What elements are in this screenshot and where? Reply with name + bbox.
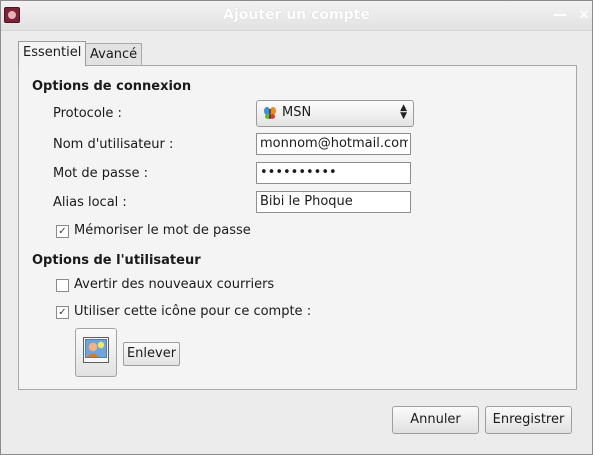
- chevron-updown-icon: ▲ ▼: [400, 103, 407, 121]
- msn-butterfly-icon: [264, 107, 276, 119]
- use-icon-checkbox[interactable]: ✓: [56, 306, 69, 319]
- remember-password-checkbox[interactable]: ✓: [56, 225, 69, 238]
- username-input[interactable]: [256, 133, 411, 155]
- close-button[interactable]: ×: [576, 7, 592, 23]
- title-bar[interactable]: Ajouter un compte — ×: [1, 1, 592, 31]
- remove-icon-button[interactable]: Enlever: [123, 342, 180, 366]
- save-button[interactable]: Enregistrer: [485, 406, 572, 434]
- alias-input[interactable]: [256, 191, 411, 213]
- use-icon-label[interactable]: Utiliser cette icône pour ce compte :: [74, 304, 311, 319]
- window-title: Ajouter un compte: [223, 7, 370, 23]
- notify-mail-checkbox[interactable]: [56, 279, 69, 292]
- minimize-button[interactable]: —: [552, 7, 568, 23]
- remember-password-label[interactable]: Mémoriser le mot de passe: [74, 223, 251, 238]
- buddy-icon-button[interactable]: [75, 328, 117, 377]
- user-options-section-title: Options de l'utilisateur: [32, 253, 201, 268]
- add-account-dialog: Ajouter un compte — × Essentiel Avancé O…: [0, 0, 593, 455]
- connection-section-title: Options de connexion: [32, 79, 192, 94]
- protocol-select[interactable]: MSN ▲ ▼: [256, 100, 414, 127]
- password-input[interactable]: [256, 162, 411, 184]
- username-label: Nom d'utilisateur :: [53, 137, 174, 152]
- tab-avance[interactable]: Avancé: [85, 43, 142, 66]
- tab-essentiel[interactable]: Essentiel: [18, 41, 86, 66]
- protocol-label: Protocole :: [53, 106, 122, 121]
- user-picture-icon: [83, 337, 109, 363]
- password-label: Mot de passe :: [53, 166, 149, 181]
- cancel-button[interactable]: Annuler: [392, 406, 479, 434]
- alias-label: Alias local :: [53, 195, 127, 210]
- protocol-value: MSN: [282, 105, 312, 120]
- tab-panel-essentiel: Options de connexion Protocole : MSN ▲ ▼ …: [18, 65, 577, 390]
- notify-mail-label[interactable]: Avertir des nouveaux courriers: [74, 277, 274, 292]
